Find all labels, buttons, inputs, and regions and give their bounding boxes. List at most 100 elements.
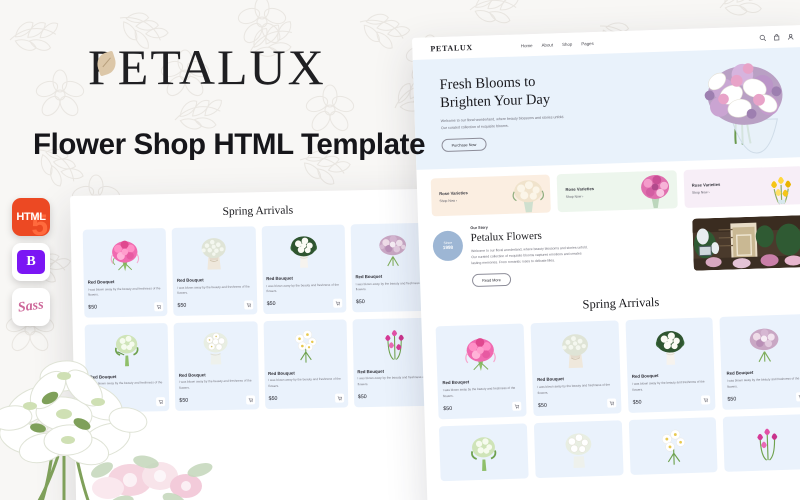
sass-badge: Sass bbox=[12, 288, 50, 326]
header-icons bbox=[759, 33, 794, 41]
product-price: $50 bbox=[177, 303, 187, 310]
product-price: $50 bbox=[268, 396, 278, 403]
product-name: Red Bouquet bbox=[357, 368, 385, 375]
secondary-mockup-panel: Spring Arrivals Red Bouquet I was blown … bbox=[70, 188, 452, 500]
product-description: I was blown away by the beauty and fresh… bbox=[178, 378, 252, 391]
product-description: I was blown away by the beauty and fresh… bbox=[268, 377, 341, 389]
product-card[interactable] bbox=[438, 423, 529, 482]
nav-item-about[interactable]: About bbox=[541, 42, 553, 47]
add-to-cart-button[interactable] bbox=[334, 393, 344, 403]
category-text: Rose Varieties Shop Now › bbox=[431, 190, 468, 203]
category-card[interactable]: Rose Varieties Shop Now › bbox=[430, 174, 552, 217]
user-icon[interactable] bbox=[787, 33, 794, 40]
brand-logo: PETALUX bbox=[88, 42, 326, 92]
product-name: Red Bouquet bbox=[266, 275, 293, 282]
product-image-white-daisy-bouquet bbox=[633, 424, 712, 470]
category-card[interactable]: Rose Varieties Shop Now › bbox=[556, 170, 678, 213]
product-description: I was blown away by the beauty and fresh… bbox=[442, 385, 516, 398]
product-card[interactable]: Red Bouquet I was blown away by the beau… bbox=[82, 228, 168, 318]
product-footer: $50 bbox=[90, 397, 166, 408]
product-description: I was blown away by the beauty and fresh… bbox=[177, 283, 250, 296]
primary-mockup-panel: PETALUX Home About Shop Pages Fresh Bloo… bbox=[412, 24, 800, 500]
add-to-cart-button[interactable] bbox=[245, 395, 255, 405]
product-image-green-white-bouquet bbox=[89, 328, 165, 370]
product-image-pink-bouquet bbox=[441, 330, 520, 376]
product-card[interactable]: Red Bouquet I was blown away by the beau… bbox=[261, 224, 347, 315]
product-description: I was blown away by the beauty and fresh… bbox=[357, 375, 431, 387]
product-card[interactable]: Red Bouquet I was blown away by the beau… bbox=[84, 322, 170, 413]
product-image-white-rose-bouquet bbox=[265, 230, 341, 272]
product-footer: $50 bbox=[269, 393, 344, 404]
product-footer: $50 bbox=[177, 300, 253, 311]
add-to-cart-button[interactable] bbox=[332, 298, 343, 308]
product-image-green-white-bouquet bbox=[444, 430, 523, 476]
product-price: $50 bbox=[443, 405, 453, 412]
add-to-cart-button[interactable] bbox=[511, 401, 522, 412]
product-description: I was blown away by the beauty and fresh… bbox=[87, 285, 161, 297]
product-card[interactable]: Red Bouquet I was blown away by the beau… bbox=[171, 226, 257, 316]
product-footer: $50 bbox=[727, 392, 800, 404]
product-footer: $50 bbox=[537, 398, 616, 411]
product-price: $50 bbox=[537, 402, 547, 409]
nav-item-home[interactable]: Home bbox=[521, 43, 533, 48]
category-title: Rose Varieties bbox=[691, 181, 721, 188]
product-price: $50 bbox=[727, 396, 737, 403]
category-image-pink-roses bbox=[633, 172, 676, 209]
product-card[interactable]: Red Bouquet I was blown away by the beau… bbox=[173, 321, 259, 411]
product-grid-row2 bbox=[425, 414, 800, 482]
nav-item-shop[interactable]: Shop bbox=[562, 41, 572, 46]
html5-badge: 5 HTML bbox=[12, 198, 50, 236]
hero-title-line2: Brighten Your Day bbox=[439, 91, 551, 112]
category-image-cream-roses bbox=[507, 177, 550, 214]
category-shop-link[interactable]: Shop Now › bbox=[692, 190, 721, 195]
purchase-now-button[interactable]: Purchase Now bbox=[441, 137, 487, 153]
add-to-cart-button[interactable] bbox=[243, 300, 253, 310]
category-title: Rose Varieties bbox=[439, 190, 468, 197]
story-section: Since 1998 Our Story Petalux Flowers Wel… bbox=[418, 204, 800, 290]
bootstrap-label: B bbox=[17, 250, 45, 274]
add-to-cart-button[interactable] bbox=[701, 395, 711, 405]
left-section-title: Spring Arrivals bbox=[222, 204, 294, 218]
product-image-babysbreath-bouquet bbox=[535, 327, 614, 373]
add-to-cart-button[interactable] bbox=[795, 392, 800, 402]
site-logo: PETALUX bbox=[430, 42, 474, 53]
product-description: I was blown away by the beauty and fresh… bbox=[726, 376, 800, 389]
since-badge: Since 1998 bbox=[432, 230, 464, 262]
category-text: Rose Varieties Shop Now › bbox=[684, 182, 721, 195]
add-to-cart-button[interactable] bbox=[154, 302, 164, 312]
bootstrap-badge: B bbox=[12, 243, 50, 281]
since-year: 1998 bbox=[442, 244, 454, 251]
product-image-white-rose-bouquet bbox=[630, 324, 709, 370]
product-name: Red Bouquet bbox=[89, 374, 117, 380]
product-name: Red Bouquet bbox=[537, 376, 564, 383]
category-shop-link[interactable]: Shop Now › bbox=[439, 198, 468, 204]
product-card[interactable]: Red Bouquet I was blown away by the beau… bbox=[624, 317, 716, 414]
page-title: Flower Shop HTML Template bbox=[33, 128, 426, 161]
category-card[interactable]: Rose Varieties Shop Now › bbox=[683, 166, 800, 209]
product-name: Red Bouquet bbox=[87, 279, 115, 285]
product-card[interactable]: Red Bouquet I was blown away by the beau… bbox=[530, 320, 622, 417]
product-card[interactable] bbox=[533, 420, 624, 479]
product-footer: $50 bbox=[88, 302, 164, 313]
hero-section: Fresh Blooms to Brighten Your Day Welcom… bbox=[412, 46, 800, 170]
category-title: Rose Varieties bbox=[565, 186, 595, 192]
product-card[interactable] bbox=[722, 414, 800, 473]
category-image-yellow-tulips bbox=[760, 168, 800, 205]
add-to-cart-button[interactable] bbox=[606, 398, 616, 409]
search-icon[interactable] bbox=[759, 34, 767, 41]
product-footer: $50 bbox=[443, 401, 522, 414]
nav-item-pages[interactable]: Pages bbox=[581, 40, 594, 45]
product-card[interactable]: Red Bouquet I was blown away by the beau… bbox=[435, 323, 527, 420]
product-card[interactable] bbox=[628, 417, 718, 476]
product-price: $50 bbox=[632, 399, 642, 406]
read-more-button[interactable]: Read More bbox=[471, 273, 512, 288]
product-card[interactable]: Red Bouquet I was blown away by the beau… bbox=[719, 314, 800, 411]
product-name: Red Bouquet bbox=[176, 277, 204, 283]
main-navigation: Home About Shop Pages bbox=[521, 40, 594, 47]
hero-copy: Fresh Blooms to Brighten Your Day Welcom… bbox=[413, 71, 580, 153]
add-to-cart-button[interactable] bbox=[156, 397, 166, 407]
category-shop-link[interactable]: Shop Now › bbox=[566, 194, 595, 199]
cart-icon[interactable] bbox=[773, 33, 780, 40]
product-card[interactable]: Red Bouquet I was blown away by the beau… bbox=[263, 319, 349, 410]
product-description: I was blown away by the beauty and fresh… bbox=[89, 380, 163, 392]
